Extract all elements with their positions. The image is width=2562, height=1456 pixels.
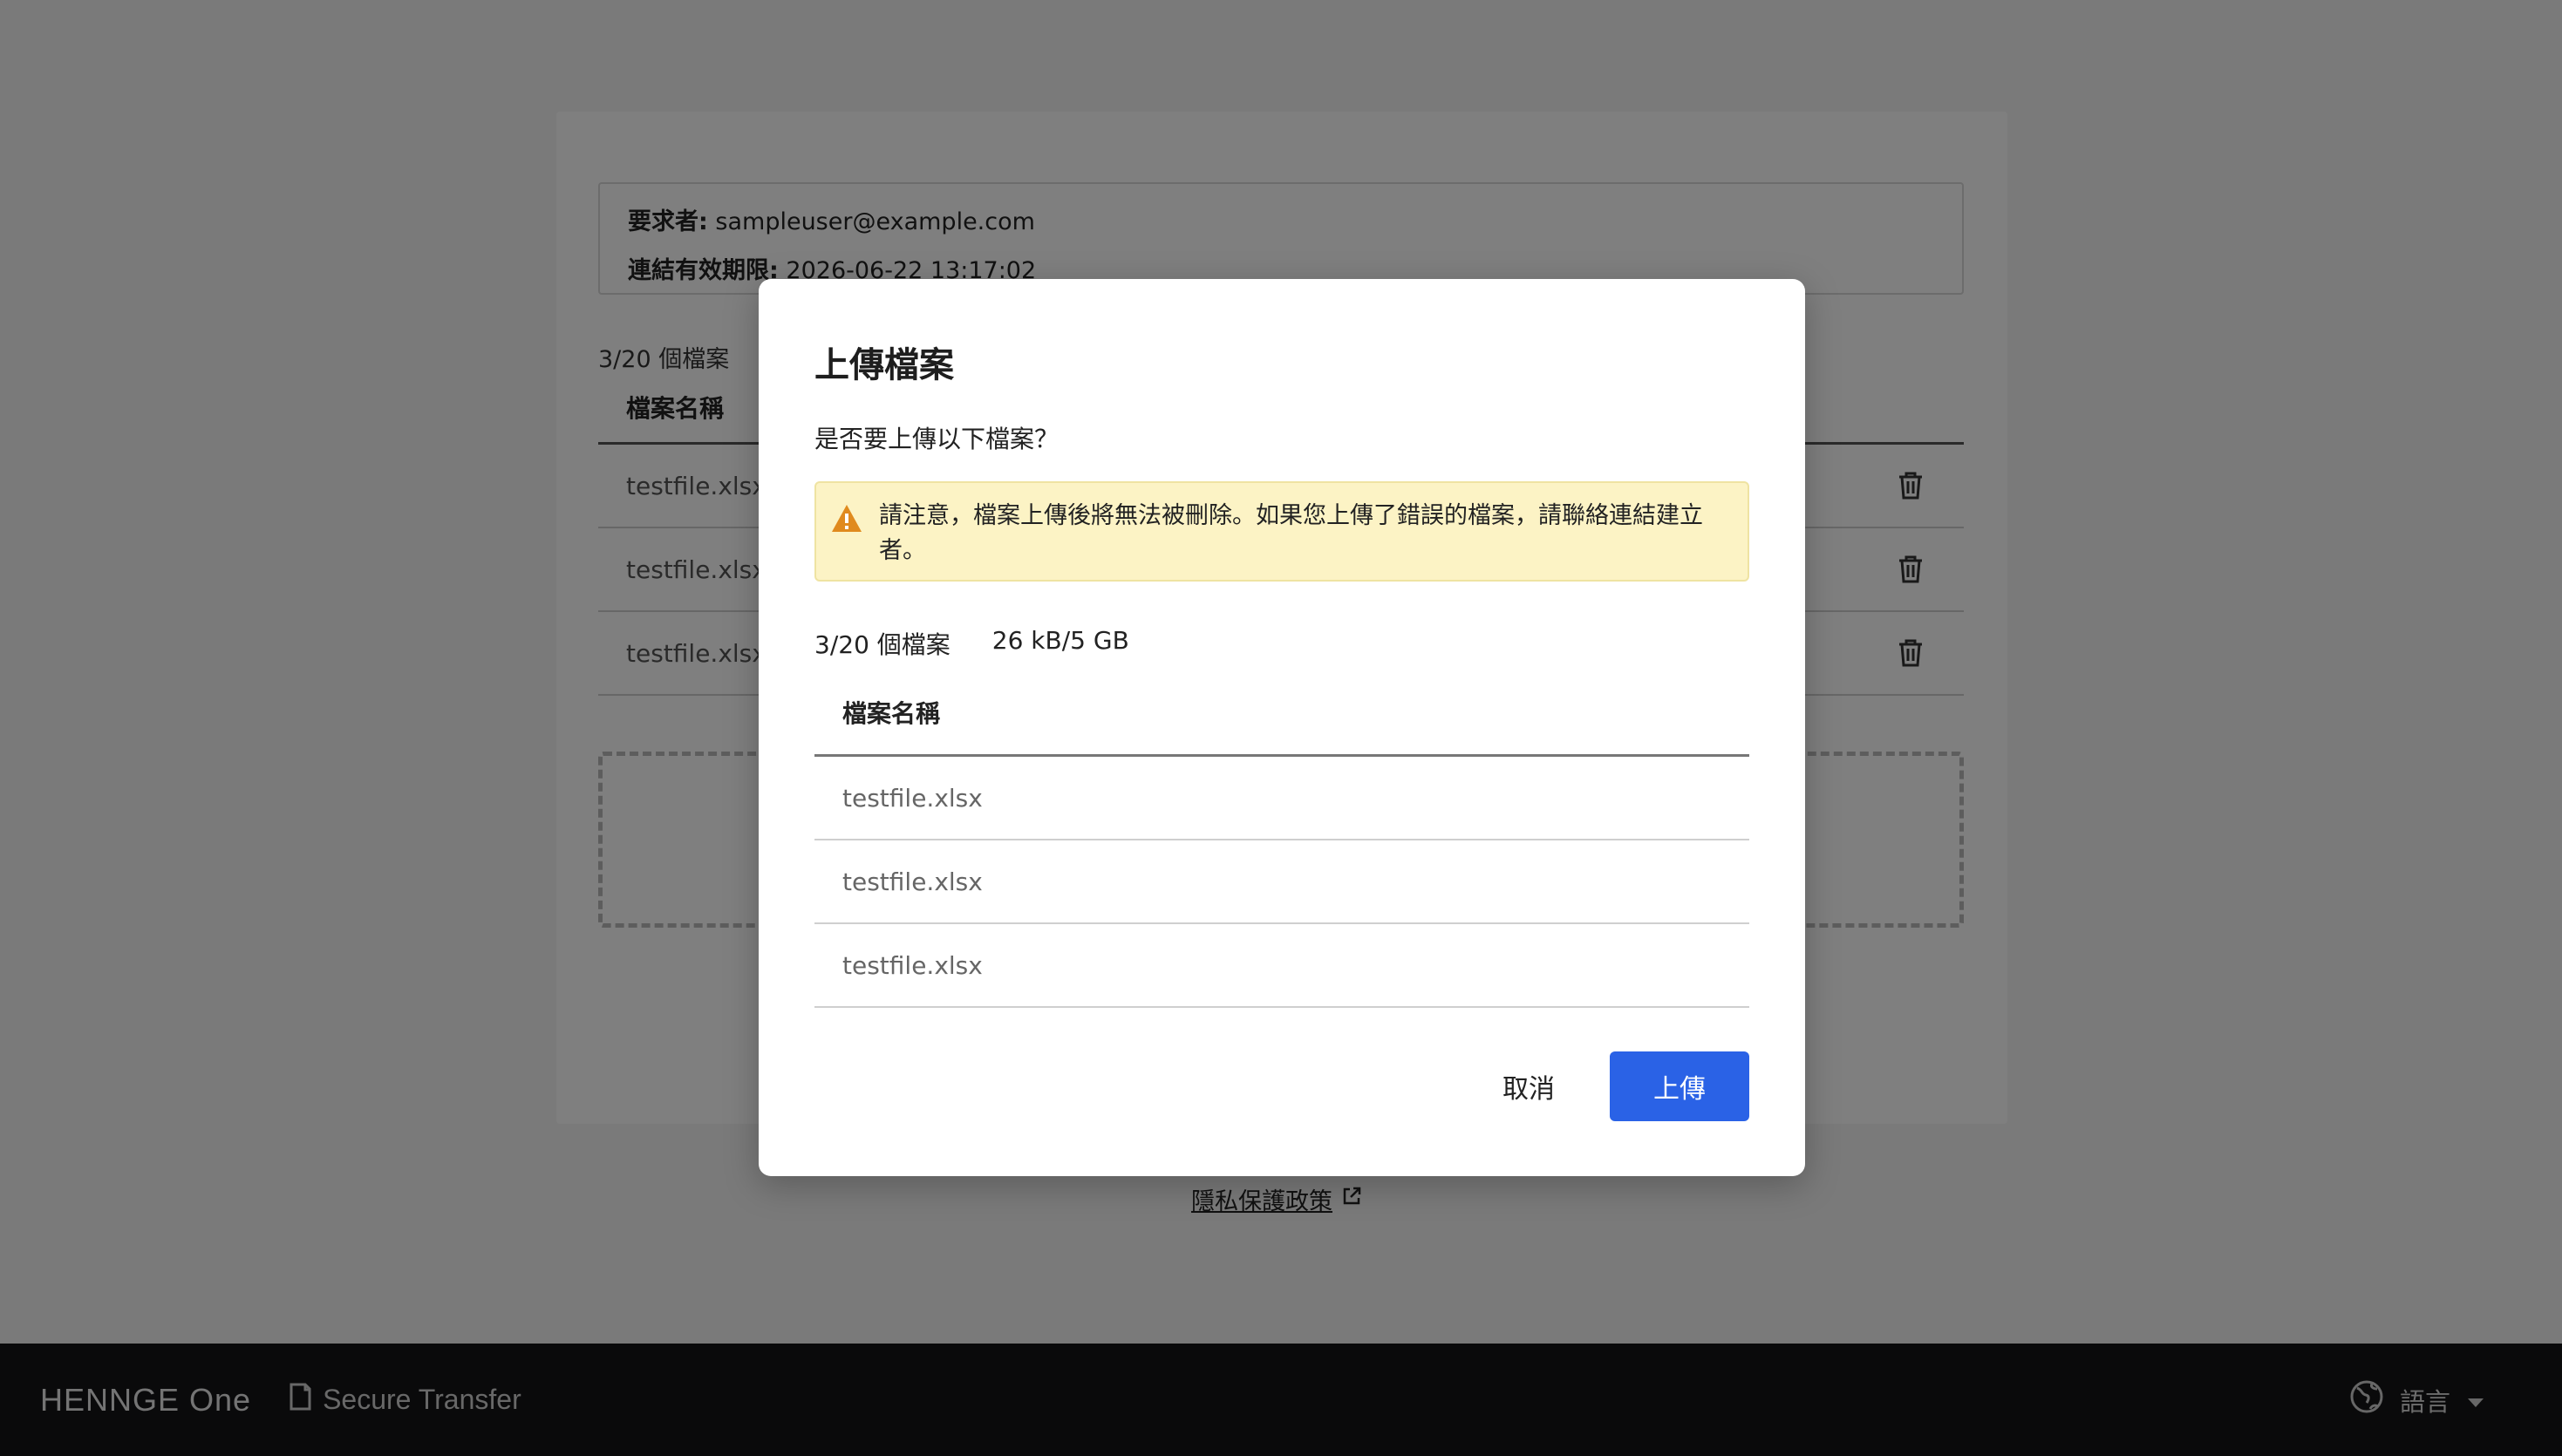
upload-stats: 3/20 個檔案 26 kB/5 GB [814,626,1129,661]
file-name: testfile.xlsx [842,950,983,980]
size-usage: 26 kB/5 GB [991,626,1129,655]
warning-icon [830,502,863,535]
file-name: testfile.xlsx [842,867,983,896]
dialog-title: 上傳檔案 [814,345,954,385]
upload-dialog: 上傳檔案 是否要上傳以下檔案？ 請注意，檔案上傳後將無法被刪除。如果您上傳了錯誤… [759,279,1805,1176]
file-count: 3/20 個檔案 [814,630,951,659]
file-name: testfile.xlsx [842,783,983,813]
dialog-file-table-header: 檔案名稱 [814,684,1749,757]
table-row: testfile.xlsx [814,840,1749,924]
table-row: testfile.xlsx [814,757,1749,840]
dialog-question: 是否要上傳以下檔案？ [814,425,1060,453]
cancel-button[interactable]: 取消 [1472,1051,1585,1121]
table-row: testfile.xlsx [814,924,1749,1008]
dialog-file-table: 檔案名稱 testfile.xlsx testfile.xlsx testfil… [814,684,1749,1008]
warning-text: 請注意，檔案上傳後將無法被刪除。如果您上傳了錯誤的檔案，請聯絡連結建立者。 [879,502,1703,564]
upload-button[interactable]: 上傳 [1610,1051,1749,1121]
warning-alert: 請注意，檔案上傳後將無法被刪除。如果您上傳了錯誤的檔案，請聯絡連結建立者。 [814,481,1749,582]
